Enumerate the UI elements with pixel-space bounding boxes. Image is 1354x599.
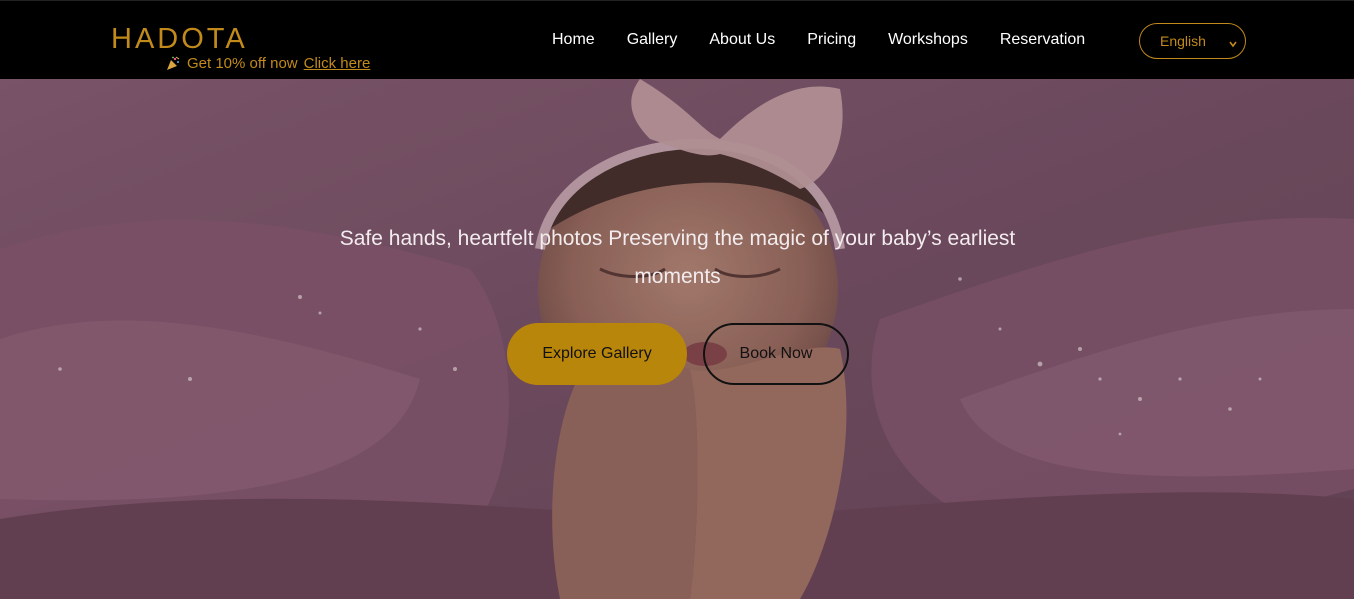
page: HADOTA Get 10% off now Click here Home G… xyxy=(0,0,1354,599)
main-nav: Home Gallery About Us Pricing Workshops … xyxy=(536,31,1101,49)
nav-gallery[interactable]: Gallery xyxy=(611,31,694,49)
language-selected: English xyxy=(1160,33,1206,49)
hero-tagline: Safe hands, heartfelt photos Preserving … xyxy=(339,227,1016,288)
promo-banner: Get 10% off now Click here xyxy=(165,55,370,72)
site-header: HADOTA Get 10% off now Click here Home G… xyxy=(0,0,1354,79)
site-logo[interactable]: HADOTA xyxy=(111,23,248,56)
nav-workshops[interactable]: Workshops xyxy=(872,31,984,49)
nav-home[interactable]: Home xyxy=(536,31,611,49)
nav-pricing[interactable]: Pricing xyxy=(791,31,872,49)
nav-reservation[interactable]: Reservation xyxy=(984,31,1101,49)
nav-about-us[interactable]: About Us xyxy=(693,31,791,49)
book-now-button[interactable]: Book Now xyxy=(703,323,849,385)
promo-text: Get 10% off now xyxy=(187,55,298,72)
chevron-down-icon xyxy=(1229,35,1237,48)
language-select[interactable]: English xyxy=(1139,23,1246,59)
explore-gallery-button[interactable]: Explore Gallery xyxy=(507,323,687,385)
party-popper-icon xyxy=(165,56,181,72)
promo-link[interactable]: Click here xyxy=(304,55,371,72)
hero-section: Safe hands, heartfelt photos Preserving … xyxy=(0,79,1354,599)
